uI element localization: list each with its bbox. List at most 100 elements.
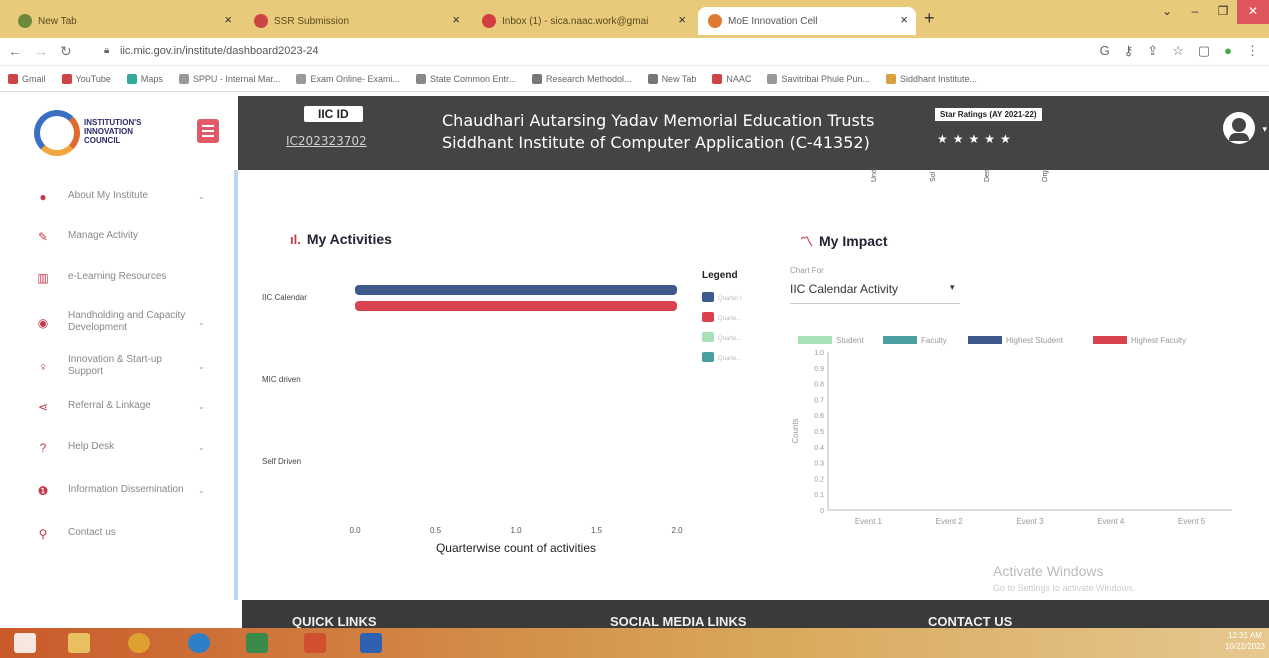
extension-icon[interactable]: ● (1224, 43, 1232, 59)
google-icon[interactable]: G (1100, 43, 1110, 59)
url-field[interactable]: iic.mic.gov.in/institute/dashboard2023-2… (120, 45, 319, 57)
dashboard-main: Undi Sol Dem Orgi ıl. My Activities 〽 My I… (242, 167, 1269, 600)
x-tick-label: 1.5 (591, 526, 603, 535)
close-icon[interactable]: × (452, 12, 460, 27)
rotated-label: Undi (871, 167, 878, 182)
word-icon[interactable] (360, 633, 382, 653)
close-window-button[interactable]: ✕ (1237, 0, 1269, 24)
tab-ssr-submission[interactable]: SSR Submission × (244, 7, 468, 35)
bookmark-item[interactable]: Siddhant Institute... (886, 73, 978, 84)
footer-quick-links: QUICK LINKS (292, 614, 377, 629)
chevron-down-icon[interactable]: ▾ (1262, 124, 1267, 135)
tab-inbox[interactable]: Inbox (1) - sica.naac.work@gmai × (472, 7, 694, 35)
sidebar-item-information[interactable]: ❶ Information Dissemination ⌄ (0, 472, 234, 508)
close-icon[interactable]: × (678, 12, 686, 27)
iic-id-label: IIC ID (304, 106, 363, 122)
sidebar-item-manage-activity[interactable]: ✎ Manage Activity (0, 218, 234, 254)
powerpoint-icon[interactable] (304, 633, 326, 653)
activation-watermark-sub: Go to Settings to activate Windows. (993, 583, 1136, 593)
back-button[interactable]: ← (8, 43, 22, 59)
y-tick-label: 0.3 (814, 461, 824, 468)
forward-button[interactable]: → (34, 43, 48, 59)
sidebar-item-referral[interactable]: ⋖ Referral & Linkage ⌄ (0, 388, 234, 424)
bookmark-item[interactable]: NAAC (712, 73, 751, 84)
sidebar-item-label: Handholding and Capacity Development (68, 310, 186, 333)
minimize-button[interactable]: – (1181, 0, 1209, 24)
profile-icon[interactable] (1223, 112, 1255, 144)
sidebar-item-about[interactable]: ● About My Institute ⌄ (0, 178, 234, 214)
rotated-label: Dem (984, 167, 991, 182)
bookmark-item[interactable]: YouTube (61, 73, 111, 84)
x-tick-label: Event 4 (1097, 517, 1125, 526)
close-icon[interactable]: × (900, 12, 908, 27)
chevron-down-icon[interactable]: ⌄ (1153, 0, 1181, 24)
legend-swatch (702, 332, 714, 342)
legend-label: Highest Student (1006, 336, 1064, 345)
sidepanel-icon[interactable]: ▢ (1198, 43, 1210, 59)
chart-for-select[interactable]: IIC Calendar Activity ▾ (790, 282, 960, 304)
y-tick-label: 0.4 (814, 445, 824, 452)
sidebar-item-label: Innovation & Start-up Support (68, 354, 162, 377)
bookmarks-bar: Gmail YouTube Maps SPPU - Internal Mar..… (0, 66, 1269, 92)
menu-toggle-button[interactable] (197, 119, 219, 143)
bookmark-item[interactable]: SPPU - Internal Mar... (178, 73, 280, 84)
lock-icon[interactable]: 🔒︎ (104, 45, 109, 56)
question-icon: ? (39, 441, 47, 455)
windows-taskbar: 12:31 AM 10/22/2023 (0, 628, 1269, 658)
tab-moe-innovation-cell[interactable]: MoE Innovation Cell × (698, 7, 916, 35)
edge-icon[interactable] (188, 633, 210, 653)
sidebar-item-contact[interactable]: ⚲ Contact us (0, 515, 234, 551)
taskbar-clock[interactable]: 12:31 AM 10/22/2023 (1225, 630, 1265, 652)
bookmark-item[interactable]: Savitribai Phule Pun... (767, 73, 870, 84)
sidebar-nav: ● About My Institute ⌄ ✎ Manage Activity ▥ e… (0, 170, 238, 600)
bookmark-label: Maps (140, 73, 163, 84)
sidebar-item-help-desk[interactable]: ? Help Desk ⌄ (0, 429, 234, 465)
legend-swatch (968, 336, 1002, 344)
chevron-down-icon: ⌄ (198, 442, 205, 452)
share-icon: ⋖ (37, 400, 49, 414)
address-bar-actions: G ⚷ ⇪ ☆ ▢ ● ⋮ (1100, 43, 1259, 59)
chart-for-label: Chart For (790, 266, 824, 275)
footer-contact-us: CONTACT US (928, 614, 1013, 629)
bookmark-item[interactable]: Research Methodol... (532, 73, 632, 84)
bookmark-item[interactable]: Gmail (8, 73, 46, 84)
file-explorer-icon[interactable] (68, 633, 90, 653)
iic-id-link[interactable]: IC202323702 (286, 134, 367, 148)
location-icon: ⚲ (38, 527, 48, 541)
bookmark-label: Siddhant Institute... (900, 73, 978, 84)
edit-icon: ✎ (37, 230, 49, 244)
close-icon[interactable]: × (224, 12, 232, 27)
key-icon[interactable]: ⚷ (1124, 43, 1134, 59)
sidebar-item-innovation[interactable]: ♀ Innovation & Start-up Support ⌄ (0, 348, 234, 384)
menu-icon[interactable]: ⋮ (1246, 43, 1259, 59)
sidebar-item-label: About My Institute (68, 190, 149, 201)
bookmark-label: Exam Online- Exami... (310, 73, 400, 84)
browser-tab-bar: New Tab × SSR Submission × Inbox (1) - sic… (0, 0, 1269, 38)
star-icon[interactable]: ☆ (1172, 43, 1184, 59)
chrome-icon[interactable] (128, 633, 150, 653)
bookmark-label: New Tab (661, 73, 697, 84)
x-tick-label: Event 1 (855, 517, 883, 526)
new-tab-button[interactable]: + (924, 8, 935, 29)
gmail-icon (482, 14, 496, 28)
bookmark-item[interactable]: Exam Online- Exami... (296, 73, 400, 84)
tab-label: New Tab (38, 15, 77, 27)
iic-logo[interactable] (34, 110, 80, 156)
sidebar-item-handholding[interactable]: ◉ Handholding and Capacity Development ⌄ (0, 304, 234, 340)
bookmark-item[interactable]: State Common Entr... (415, 73, 517, 84)
store-icon[interactable] (246, 633, 268, 653)
user-icon: ● (39, 190, 47, 204)
share-icon[interactable]: ⇪ (1147, 43, 1158, 59)
bookmark-label: State Common Entr... (429, 73, 517, 84)
bookmark-item[interactable]: New Tab (647, 73, 697, 84)
tab-new-tab[interactable]: New Tab × (8, 7, 240, 35)
eye-icon: ◉ (37, 316, 49, 330)
bookmark-item[interactable]: Maps (126, 73, 163, 84)
reload-button[interactable]: ↻ (60, 43, 72, 60)
sidebar-item-label: Information Dissemination (68, 484, 184, 495)
windows-start-icon[interactable] (14, 633, 36, 653)
sidebar-item-elearning[interactable]: ▥ e-Learning Resources (0, 259, 234, 295)
bulb-icon: ♀ (38, 360, 48, 374)
restore-button[interactable]: ❐ (1209, 0, 1237, 24)
footer-social-links: SOCIAL MEDIA LINKS (610, 614, 747, 629)
